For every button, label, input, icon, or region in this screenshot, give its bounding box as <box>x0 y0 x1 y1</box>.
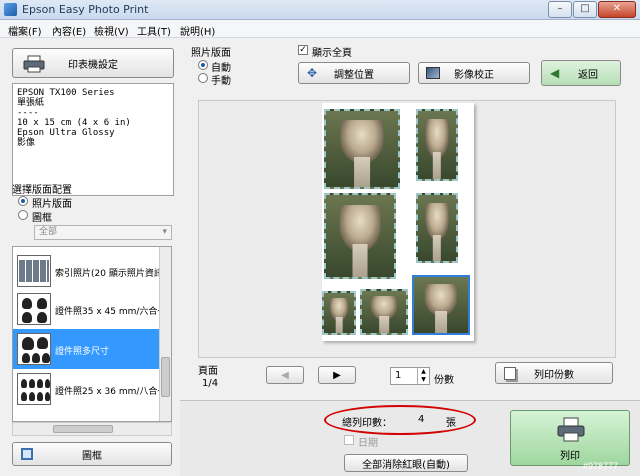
copies-value: 1 <box>395 370 402 381</box>
list-horizontal-scrollbar[interactable] <box>12 422 172 436</box>
category-select-value: 全部 <box>39 227 58 237</box>
back-arrow-icon: ◀ <box>550 66 560 80</box>
image-correction-label: 影像校正 <box>454 69 494 81</box>
photo-slot[interactable] <box>324 193 396 279</box>
photo-slot[interactable] <box>416 109 458 181</box>
photo-slot[interactable] <box>416 193 458 263</box>
printer-icon <box>557 417 585 442</box>
back-button[interactable]: ◀ 返回 <box>541 60 621 86</box>
move-arrows-icon: ✥ <box>307 66 318 80</box>
show-full-page-label: 顯示全頁 <box>312 48 352 59</box>
copies-icon <box>504 367 516 380</box>
photo-slot-selected[interactable] <box>412 275 470 335</box>
list-item-selected[interactable]: 證件照多尺寸 <box>13 329 160 369</box>
previous-arrow-icon: ◀ <box>281 369 289 381</box>
menu-tools[interactable]: 工具(T) <box>137 23 171 38</box>
previous-page-button[interactable]: ◀ <box>266 366 304 384</box>
category-select[interactable]: 全部 ▾ <box>34 225 172 240</box>
layout-mode-label: 照片版面 <box>191 48 231 59</box>
manual-mode-label: 手動 <box>211 76 231 87</box>
printer-icon <box>23 55 45 73</box>
app-icon <box>4 3 17 16</box>
list-item[interactable]: 證件照25 x 36 mm/八合一 <box>13 369 166 409</box>
index-photo-thumbnail <box>17 255 51 287</box>
page-number: 1/4 <box>202 378 219 389</box>
frame-radio-label: 圖框 <box>32 213 52 224</box>
photo-layout-label: 照片版面 <box>32 199 72 210</box>
frame-button[interactable]: 圖框 <box>12 442 172 466</box>
print-copies-button[interactable]: 列印份數 <box>495 362 613 384</box>
watermark: #978777 <box>583 461 619 471</box>
scroll-thumb[interactable] <box>161 357 170 397</box>
adjust-position-button[interactable]: ✥ 調整位置 <box>298 62 410 84</box>
adjust-position-label: 調整位置 <box>334 69 374 81</box>
printer-settings-button[interactable]: 印表機設定 <box>12 48 174 78</box>
list-item-label: 證件照多尺寸 <box>55 347 110 357</box>
copies-stepper[interactable]: 1 ▲ ▼ <box>390 367 430 385</box>
highlight-ellipse <box>324 405 476 435</box>
printer-settings-label: 印表機設定 <box>68 59 118 71</box>
auto-mode-radio[interactable] <box>198 60 208 70</box>
frame-icon <box>21 448 33 460</box>
print-button-label: 列印 <box>560 451 580 462</box>
frame-button-label: 圖框 <box>82 450 102 462</box>
red-eye-removal-button[interactable]: 全部消除紅眼(自動) <box>344 454 468 472</box>
next-page-button[interactable]: ▶ <box>318 366 356 384</box>
copies-label: 份數 <box>434 375 454 386</box>
menu-bar: 檔案(F) 內容(E) 檢視(V) 工具(T) 說明(H) <box>0 20 640 38</box>
photo-slot[interactable] <box>360 289 408 335</box>
stepper-up-icon[interactable]: ▲ <box>417 368 429 376</box>
title-bar: Epson Easy Photo Print – □ ✕ <box>0 0 640 20</box>
page-preview <box>322 103 474 341</box>
menu-help[interactable]: 說明(H) <box>180 23 215 38</box>
chevron-down-icon: ▾ <box>162 227 167 237</box>
print-copies-label: 列印份數 <box>534 369 574 381</box>
list-item-label: 證件照25 x 36 mm/八合一 <box>55 387 167 397</box>
printer-info-box: EPSON TX100 Series 單張紙 ---- 10 x 15 cm (… <box>12 83 174 196</box>
print-button[interactable]: 列印 <box>510 410 630 466</box>
list-item-label: 索引照片(20 顯示照片資訊) <box>55 269 167 279</box>
id-photo-8-thumbnail <box>17 373 51 405</box>
scroll-thumb[interactable] <box>53 425 113 433</box>
window-title: Epson Easy Photo Print <box>22 3 149 16</box>
manual-mode-radio[interactable] <box>198 73 208 83</box>
page-label: 頁面 <box>198 366 218 377</box>
photo-slot[interactable] <box>322 291 356 335</box>
frame-radio[interactable] <box>18 210 28 220</box>
layout-section-label: 選擇版面配置 <box>12 185 72 196</box>
date-checkbox[interactable] <box>344 435 354 445</box>
back-button-label: 返回 <box>578 69 598 81</box>
menu-edit[interactable]: 內容(E) <box>52 23 86 38</box>
layout-list[interactable]: 索引照片(20 顯示照片資訊) 證件照35 x 45 mm/六合一 證件照多尺寸 <box>12 246 172 422</box>
list-item[interactable]: 證件照35 x 45 mm/六合一 <box>13 289 166 329</box>
image-correction-button[interactable]: 影像校正 <box>418 62 530 84</box>
list-item[interactable]: 索引照片(20 顯示照片資訊) <box>13 251 166 291</box>
id-photo-multi-thumbnail <box>17 333 51 365</box>
next-arrow-icon: ▶ <box>333 369 341 381</box>
list-item-label: 證件照35 x 45 mm/六合一 <box>55 307 167 317</box>
list-vertical-scrollbar[interactable] <box>159 247 171 421</box>
red-eye-removal-label: 全部消除紅眼(自動) <box>362 459 450 471</box>
photo-slot[interactable] <box>324 109 400 189</box>
date-label: 日期 <box>358 438 378 449</box>
maximize-button[interactable]: □ <box>573 1 597 18</box>
show-full-page-checkbox[interactable]: ✓ <box>298 45 308 55</box>
minimize-button[interactable]: – <box>548 1 572 18</box>
stepper-down-icon[interactable]: ▼ <box>417 376 429 384</box>
close-button[interactable]: ✕ <box>598 1 636 18</box>
menu-file[interactable]: 檔案(F) <box>8 23 42 38</box>
image-correction-icon <box>426 67 440 79</box>
menu-view[interactable]: 檢視(V) <box>94 23 129 38</box>
id-photo-6-thumbnail <box>17 293 51 325</box>
photo-layout-radio[interactable] <box>18 196 28 206</box>
